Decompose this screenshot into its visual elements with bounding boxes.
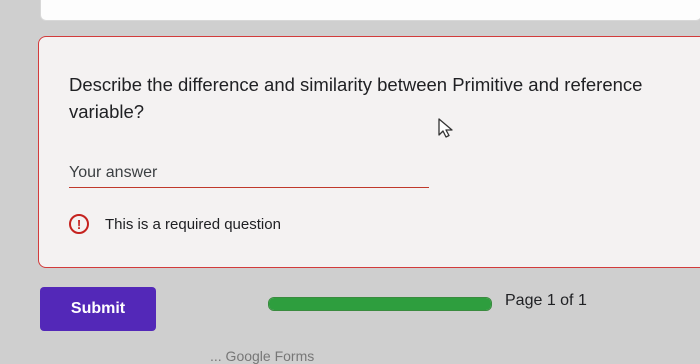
mouse-cursor-icon bbox=[438, 118, 453, 138]
error-message: This is a required question bbox=[105, 215, 281, 233]
powered-by-text: ... Google Forms bbox=[210, 348, 315, 364]
answer-input[interactable]: Your answer bbox=[69, 164, 429, 188]
submit-button[interactable]: Submit bbox=[40, 287, 156, 331]
progress-bar bbox=[268, 297, 492, 311]
progress-fill bbox=[269, 298, 491, 310]
question-card: Describe the difference and similarity b… bbox=[38, 36, 700, 268]
page-indicator: Page 1 of 1 bbox=[505, 292, 587, 309]
alert-circle-icon: ! bbox=[69, 214, 89, 234]
question-title: Describe the difference and similarity b… bbox=[69, 74, 643, 122]
previous-question-card bbox=[40, 0, 700, 21]
error-message-row: ! This is a required question bbox=[69, 214, 281, 234]
